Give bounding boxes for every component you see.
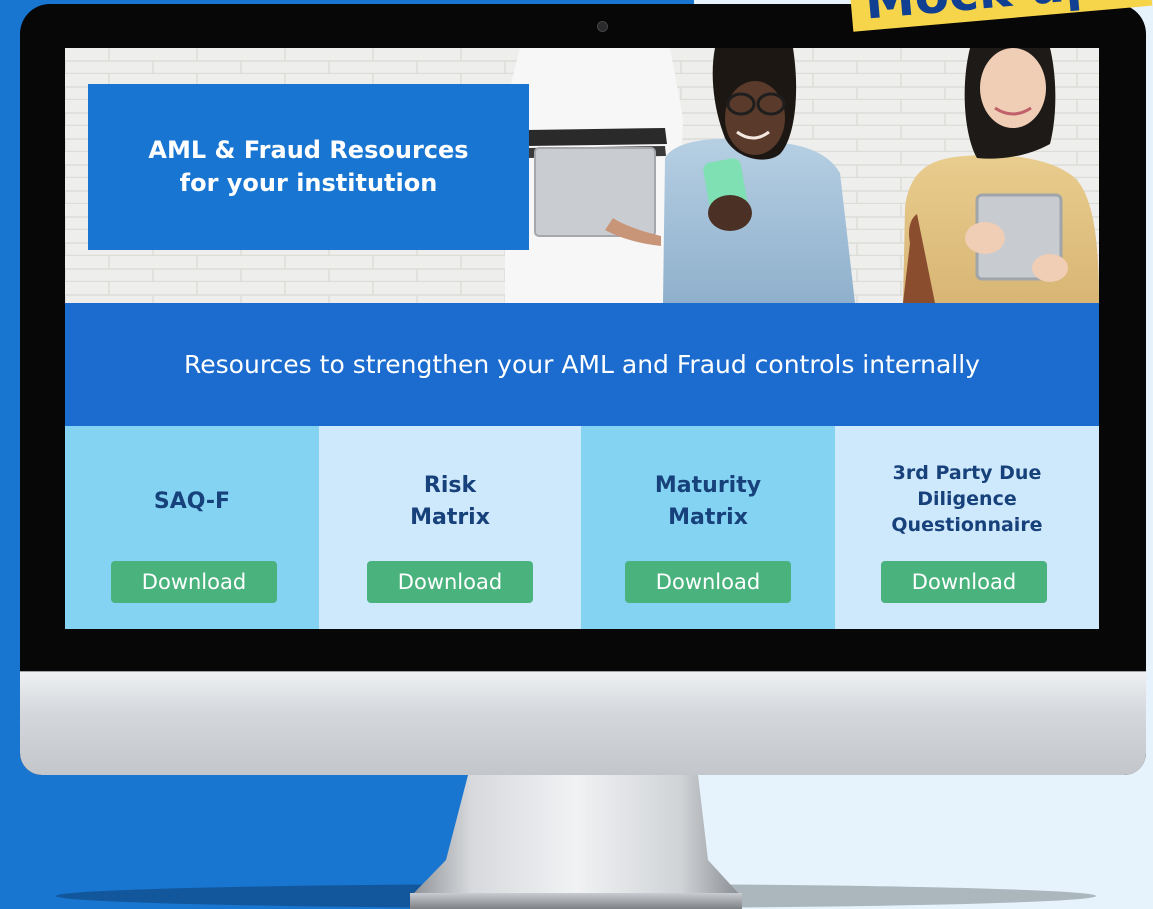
resource-card-third-party-questionnaire: 3rd Party Due Diligence Questionnaire Do… <box>835 426 1099 629</box>
hero-title: AML & Fraud Resources for your instituti… <box>148 134 468 200</box>
download-button-maturity-matrix[interactable]: Download <box>625 561 791 603</box>
hero-title-line2: for your institution <box>179 169 438 197</box>
resources-banner: Resources to strengthen your AML and Fra… <box>65 303 1099 426</box>
card-title-third-party-questionnaire: 3rd Party Due Diligence Questionnaire <box>835 460 1099 538</box>
download-button-saq-f[interactable]: Download <box>111 561 277 603</box>
card-title-line: SAQ-F <box>153 489 231 514</box>
hero-section: AML & Fraud Resources for your instituti… <box>65 48 1099 303</box>
monitor-chin <box>20 671 1146 775</box>
download-button-third-party-questionnaire[interactable]: Download <box>881 561 1047 603</box>
person-left <box>505 48 683 303</box>
resource-cards: SAQ-F Download Risk Matrix Download Matu… <box>65 426 1099 629</box>
card-title-maturity-matrix: Maturity Matrix <box>581 470 835 534</box>
webcam-icon <box>597 21 608 32</box>
card-title-line: Matrix <box>410 505 490 530</box>
stand-neck <box>412 775 740 895</box>
resource-card-saq-f: SAQ-F Download <box>65 426 319 629</box>
resource-card-maturity-matrix: Maturity Matrix Download <box>581 426 835 629</box>
hero-title-box: AML & Fraud Resources for your instituti… <box>88 84 529 250</box>
card-title-line: Diligence <box>917 488 1017 510</box>
resource-card-risk-matrix: Risk Matrix Download <box>319 426 581 629</box>
screen: AML & Fraud Resources for your instituti… <box>65 48 1099 629</box>
download-button-risk-matrix[interactable]: Download <box>367 561 533 603</box>
card-title-line: 3rd Party Due <box>892 462 1042 484</box>
card-title-line: Matrix <box>668 505 748 530</box>
stand-base <box>410 893 742 909</box>
hero-title-line1: AML & Fraud Resources <box>148 136 469 164</box>
banner-text: Resources to strengthen your AML and Fra… <box>184 350 980 379</box>
card-title-line: Maturity <box>654 473 762 498</box>
mockup-stage: AML & Fraud Resources for your instituti… <box>0 0 1153 909</box>
card-title-saq-f: SAQ-F <box>65 488 319 516</box>
card-title-risk-matrix: Risk Matrix <box>319 470 581 534</box>
stand-shadow <box>56 884 1096 908</box>
card-title-line: Risk <box>423 473 477 498</box>
card-title-line: Questionnaire <box>891 514 1043 536</box>
